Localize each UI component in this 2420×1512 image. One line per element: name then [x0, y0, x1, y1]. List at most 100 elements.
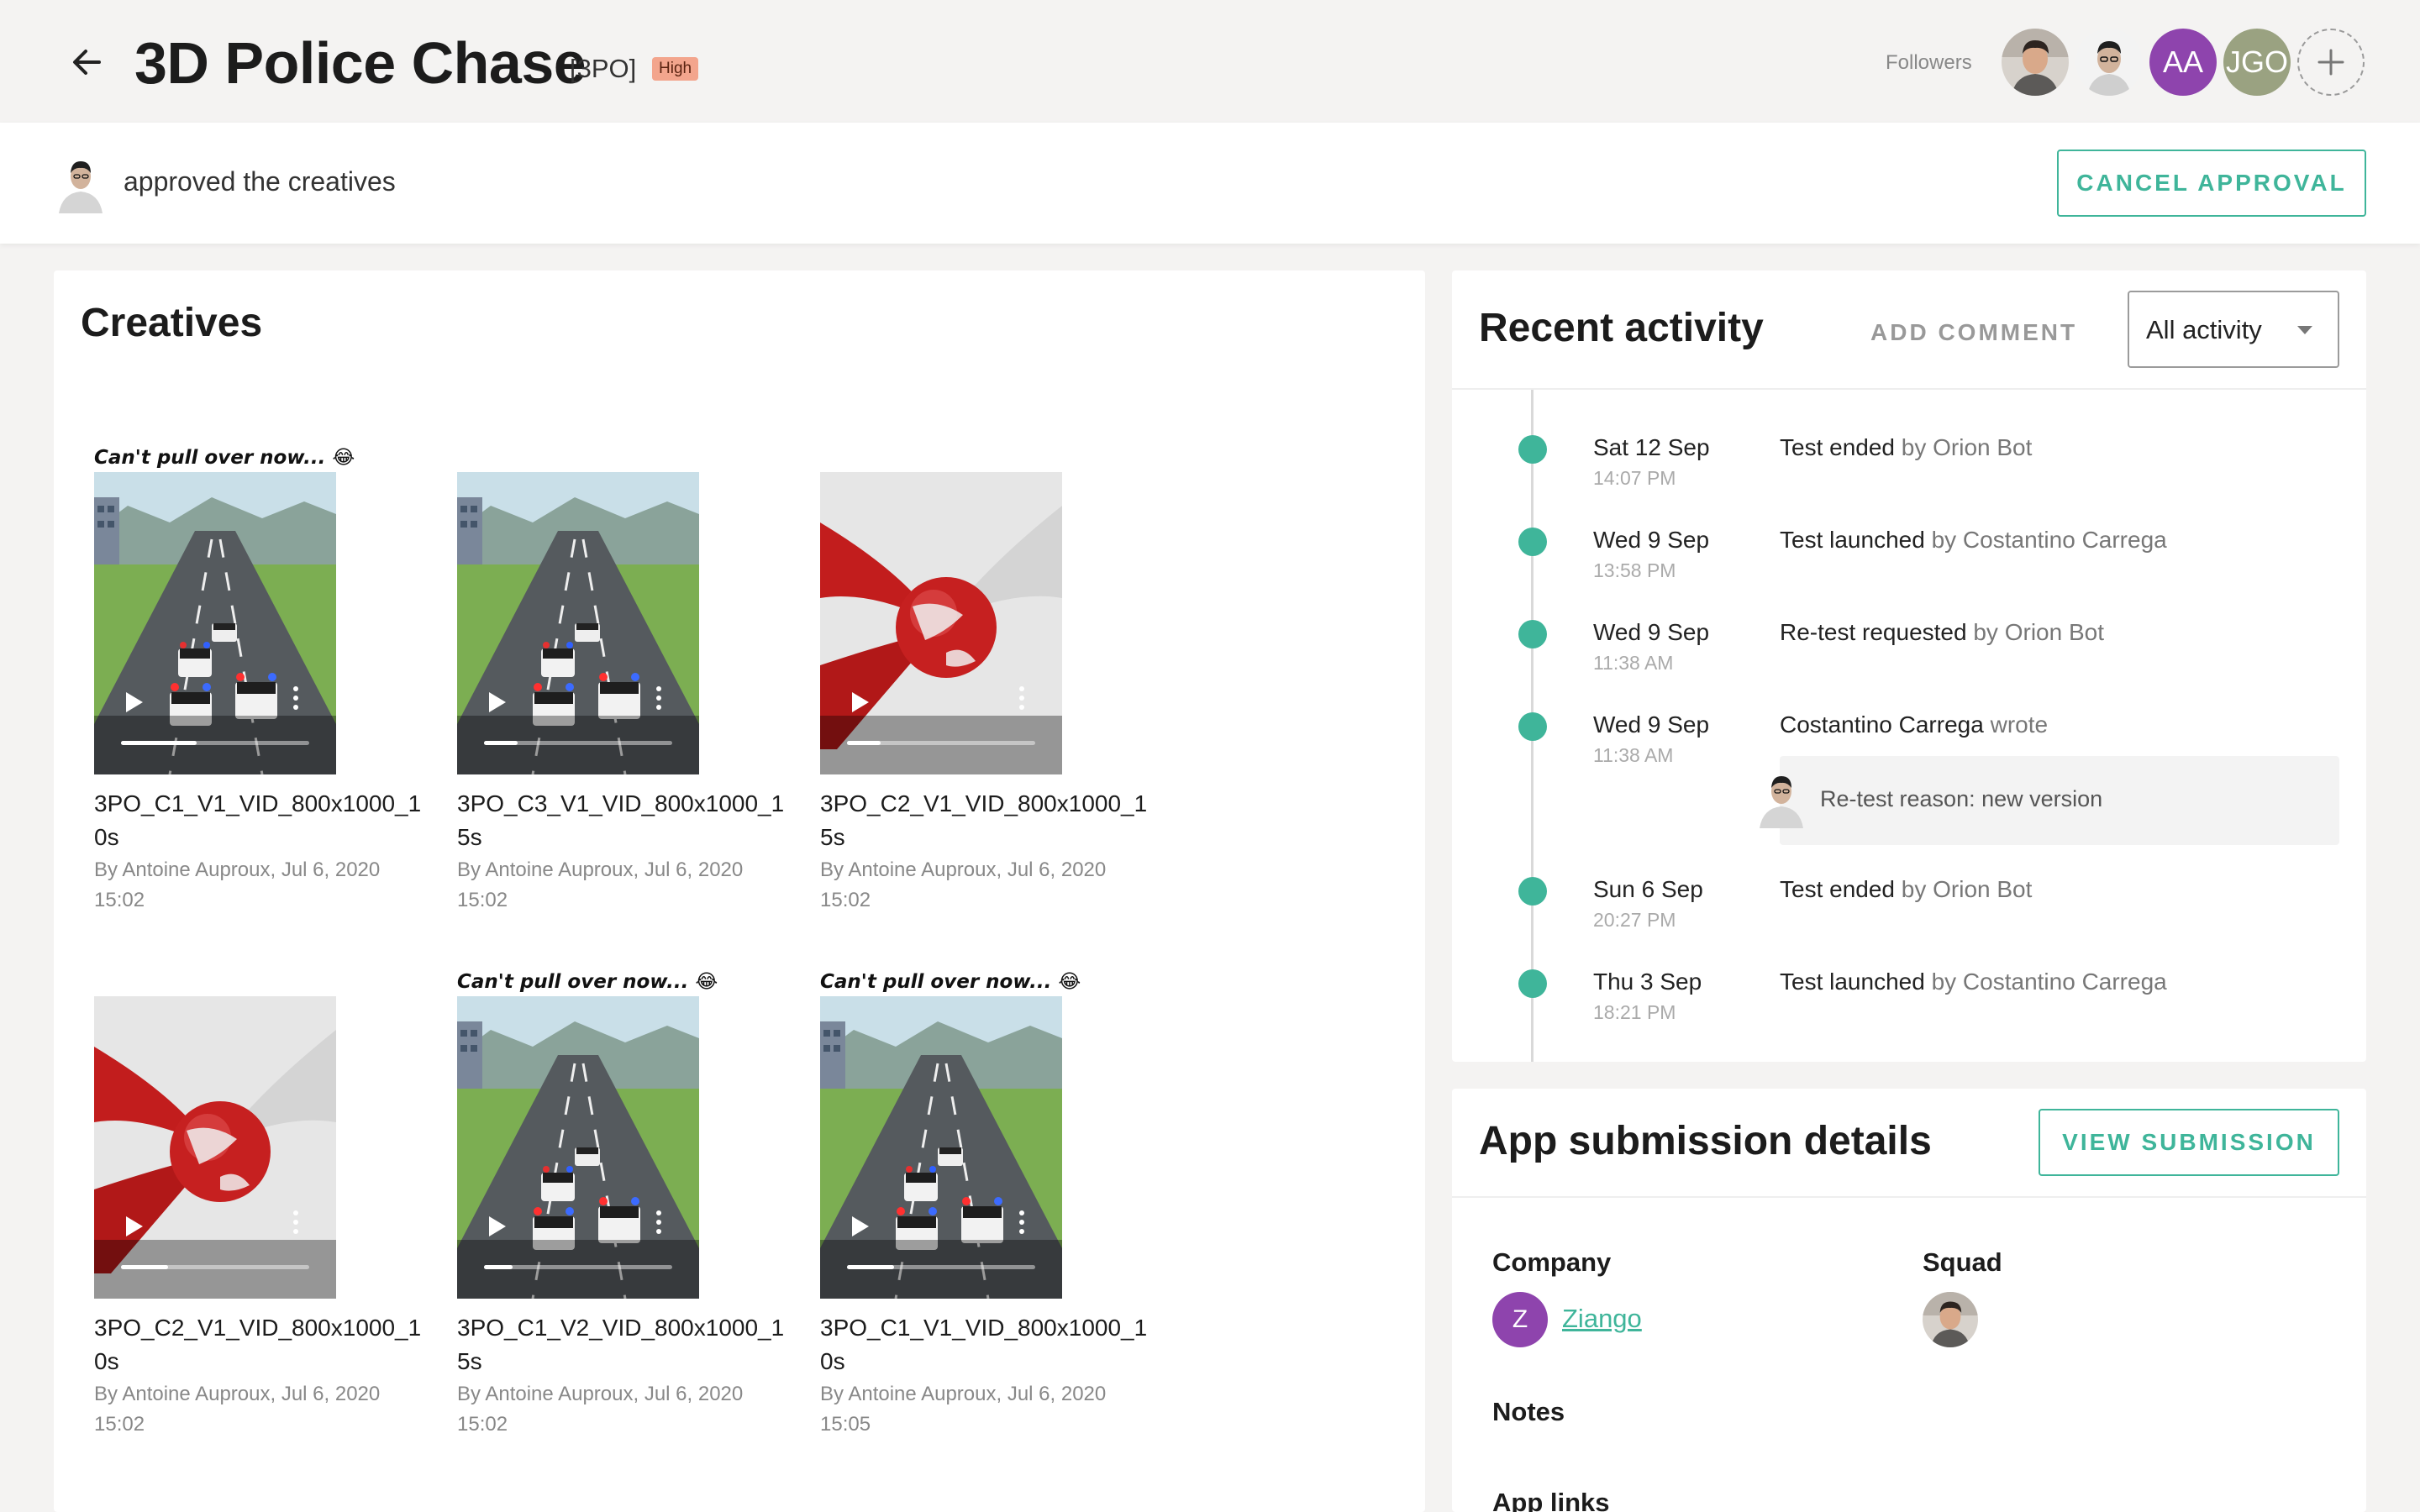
more-vertical-icon[interactable] [1018, 1210, 1025, 1241]
timeline-dot [1518, 620, 1547, 648]
creative-meta: By Antoine Auproux, Jul 6, 2020 15:02 [820, 858, 1107, 911]
play-icon[interactable] [852, 1216, 869, 1236]
creative-name[interactable]: 3PO_C1_V1_VID_800x1000_10s [94, 787, 430, 854]
cancel-approval-button[interactable]: CANCEL APPROVAL [2057, 150, 2366, 217]
video-progress-fill [847, 1265, 894, 1269]
more-vertical-icon[interactable] [292, 1210, 299, 1241]
company-label: Company [1492, 1247, 1612, 1277]
add-comment-button[interactable]: ADD COMMENT [1870, 318, 2077, 348]
video-progress-bar[interactable] [847, 741, 1035, 745]
company-avatar: Z [1492, 1292, 1548, 1347]
activity-action: Test launched by Costantino Carrega [1780, 968, 2167, 996]
road-scene-image [94, 472, 336, 774]
commenter-avatar [1760, 776, 1803, 828]
activity-time: 20:27 PM [1593, 909, 1676, 931]
video-progress-bar[interactable] [121, 741, 309, 745]
timeline-dot [1518, 435, 1547, 464]
caret-down-icon [2297, 326, 2312, 334]
creative-thumbnail[interactable] [820, 996, 1062, 1299]
creative-thumbnail[interactable] [94, 996, 336, 1299]
creative-meta: By Antoine Auproux, Jul 6, 2020 15:02 [94, 858, 381, 911]
video-progress-bar[interactable] [121, 1265, 309, 1269]
play-icon[interactable] [126, 692, 143, 712]
follower-avatar-2[interactable] [2075, 29, 2143, 96]
activity-action: Test ended by Orion Bot [1780, 433, 2032, 462]
activity-actor: by Orion Bot [1895, 434, 2033, 460]
activity-title: Recent activity [1479, 306, 1764, 350]
timeline-dot [1518, 712, 1547, 741]
divider [1452, 388, 2366, 390]
activity-actor: wrote [1983, 711, 2049, 738]
add-follower-button[interactable] [2297, 29, 2365, 96]
road-scene-image [457, 996, 699, 1299]
activity-time: 14:07 PM [1593, 467, 1676, 489]
page-title: 3D Police Chase [134, 30, 587, 96]
video-progress-fill [484, 1265, 513, 1269]
play-icon[interactable] [489, 692, 506, 712]
activity-action-text: Test launched [1780, 527, 1925, 553]
more-vertical-icon[interactable] [655, 1210, 662, 1241]
timeline-dot [1518, 528, 1547, 556]
activity-action: Costantino Carrega wrote [1780, 711, 2048, 739]
activity-action-text: Test ended [1780, 434, 1895, 460]
activity-action-text: Test launched [1780, 969, 1925, 995]
timeline-dot [1518, 969, 1547, 998]
app-code: [3PO] [570, 54, 637, 83]
creative-thumbnail[interactable] [94, 472, 336, 774]
view-submission-button[interactable]: VIEW SUBMISSION [2039, 1109, 2339, 1176]
play-icon[interactable] [852, 692, 869, 712]
video-progress-bar[interactable] [484, 1265, 672, 1269]
activity-action-text: Costantino Carrega [1780, 711, 1984, 738]
creative-thumbnail[interactable] [820, 472, 1062, 774]
creative-meta: By Antoine Auproux, Jul 6, 2020 15:05 [820, 1383, 1107, 1436]
activity-action: Re-test requested by Orion Bot [1780, 618, 2104, 647]
activity-time: 11:38 AM [1593, 652, 1674, 674]
more-vertical-icon[interactable] [1018, 686, 1025, 717]
creative-name[interactable]: 3PO_C1_V1_VID_800x1000_10s [820, 1311, 1156, 1378]
activity-action-text: Test ended [1780, 876, 1895, 902]
squad-label: Squad [1923, 1247, 2002, 1277]
creative-name[interactable]: 3PO_C2_V1_VID_800x1000_15s [820, 787, 1156, 854]
plus-icon [2317, 49, 2344, 76]
creatives-title: Creatives [81, 301, 263, 345]
creative-thumbnail[interactable] [457, 996, 699, 1299]
activity-filter-select[interactable]: All activity [2128, 291, 2339, 368]
activity-date: Wed 9 Sep [1593, 527, 1710, 553]
play-icon[interactable] [126, 1216, 143, 1236]
creative-name[interactable]: 3PO_C2_V1_VID_800x1000_10s [94, 1311, 430, 1378]
globe-scene-image [820, 472, 1062, 774]
creative-name[interactable]: 3PO_C3_V1_VID_800x1000_15s [457, 787, 793, 854]
priority-badge: High [652, 57, 699, 81]
follower-avatar-jgo[interactable]: JGO [2223, 29, 2291, 96]
squad-avatar[interactable] [1923, 1292, 1978, 1347]
play-icon[interactable] [489, 1216, 506, 1236]
approval-text: approved the creatives [124, 166, 396, 197]
activity-actor: by Orion Bot [1966, 619, 2104, 645]
video-progress-bar[interactable] [847, 1265, 1035, 1269]
creative-name[interactable]: 3PO_C1_V2_VID_800x1000_15s [457, 1311, 793, 1378]
activity-date: Sun 6 Sep [1593, 876, 1703, 902]
activity-date: Wed 9 Sep [1593, 711, 1710, 738]
more-vertical-icon[interactable] [292, 686, 299, 717]
follower-avatar-aa[interactable]: AA [2149, 29, 2217, 96]
activity-time: 13:58 PM [1593, 559, 1676, 581]
activity-date: Thu 3 Sep [1593, 969, 1702, 995]
app-submission-panel: App submission details VIEW SUBMISSION C… [1452, 1089, 2366, 1512]
activity-time: 18:21 PM [1593, 1001, 1676, 1023]
creative-meta: By Antoine Auproux, Jul 6, 2020 15:02 [457, 1383, 744, 1436]
video-progress-bar[interactable] [484, 741, 672, 745]
followers-label: Followers [1886, 51, 1972, 74]
road-scene-image [457, 472, 699, 774]
page-header: 3D Police Chase [3PO] High Followers AA … [0, 0, 2420, 123]
back-arrow-icon[interactable] [66, 40, 109, 84]
divider [1452, 1196, 2366, 1198]
company-link[interactable]: Ziango [1562, 1302, 1642, 1336]
app-links-label: App links [1492, 1488, 1610, 1512]
follower-avatar-1[interactable] [2002, 29, 2069, 96]
creative-thumbnail[interactable] [457, 472, 699, 774]
approver-avatar [59, 161, 103, 213]
activity-actor: by Costantino Carrega [1924, 527, 2167, 553]
more-vertical-icon[interactable] [655, 686, 662, 717]
activity-date: Wed 9 Sep [1593, 619, 1710, 645]
thumbnail-caption: Can't pull over now... 😂 [457, 971, 718, 993]
